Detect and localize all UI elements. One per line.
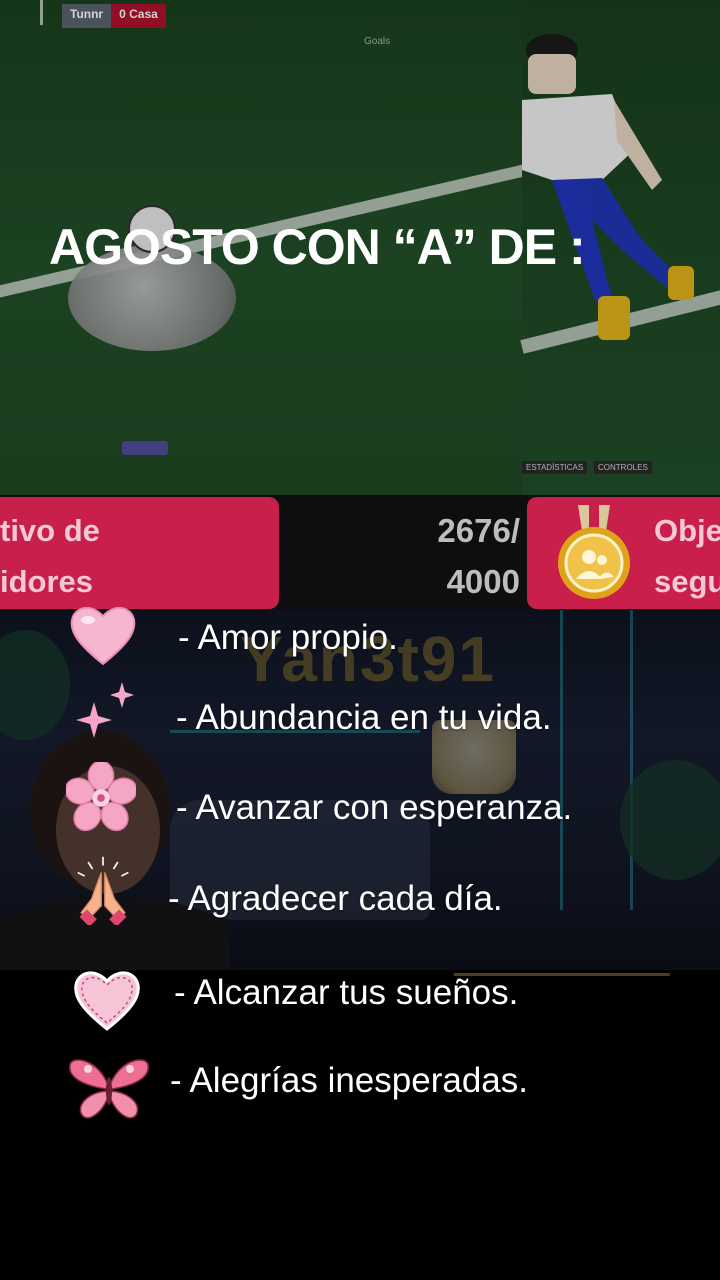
list-item-text: - Alcanzar tus sueños.: [174, 973, 519, 1012]
followers-medal-icon: [558, 505, 630, 599]
list-item: - Agradecer cada día.: [0, 855, 720, 925]
list-item-text: - Alegrías inesperadas.: [170, 1061, 528, 1100]
list-item-text: - Amor propio.: [178, 618, 398, 657]
cherry-blossom-icon: [66, 762, 136, 832]
goal-right-line1: Obje: [654, 513, 720, 548]
list-item: - Abundancia en tu vida.: [0, 680, 720, 740]
list-item-text: - Agradecer cada día.: [168, 879, 503, 918]
list-item: - Amor propio.: [0, 600, 720, 666]
list-item: - Alcanzar tus sueños.: [0, 965, 720, 1031]
goal-left-line1: tivo de: [0, 513, 100, 548]
page-title: AGOSTO CON “A” DE :: [49, 219, 586, 275]
goal-text-right: Obje segu: [654, 505, 720, 607]
goal-counter: 2676/ 4000: [370, 505, 520, 607]
list-item: - Avanzar con esperanza.: [0, 762, 720, 832]
goal-text-left: tivo de idores: [0, 505, 100, 607]
list-item-text: - Avanzar con esperanza.: [176, 788, 573, 827]
sparkles-icon: [76, 682, 134, 738]
pink-heart-icon: [70, 606, 136, 666]
list-item: - Alegrías inesperadas.: [0, 1053, 720, 1119]
goal-counter-current: 2676/: [437, 512, 520, 549]
list-item-text: - Abundancia en tu vida.: [176, 698, 552, 737]
butterfly-icon: [69, 1059, 149, 1119]
stitched-heart-icon: [74, 971, 140, 1031]
praying-hands-icon: [77, 856, 129, 925]
